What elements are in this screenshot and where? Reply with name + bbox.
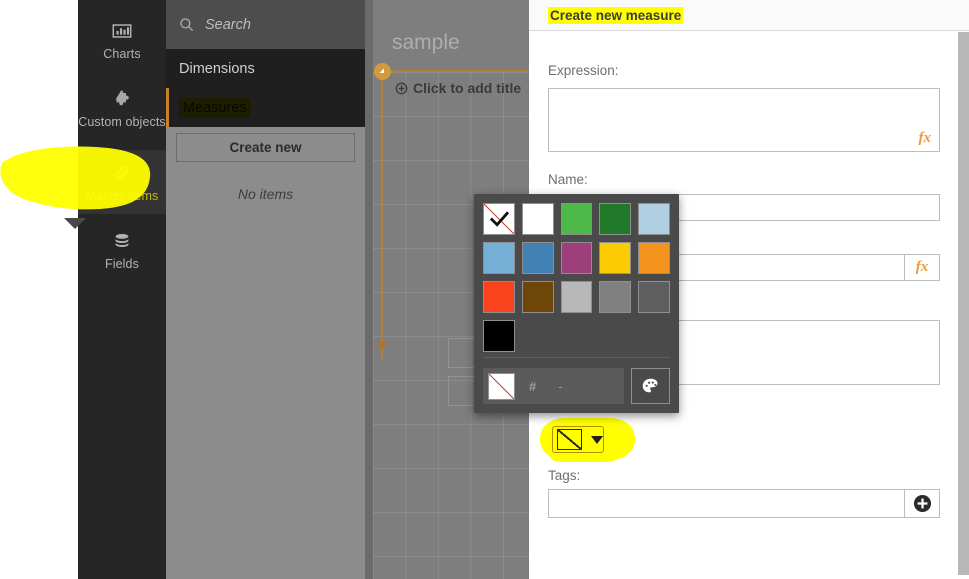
color-swatch-sky-blue[interactable] (483, 242, 515, 274)
master-items-panel: Search Dimensions Measures Create new No… (166, 0, 365, 579)
color-swatch-row (483, 203, 670, 235)
color-swatch-magenta[interactable] (560, 242, 593, 274)
add-tag-button[interactable] (904, 490, 939, 517)
object-outline-horizontal (381, 70, 529, 72)
color-swatch-red[interactable] (483, 281, 515, 313)
add-object-icon (395, 82, 408, 94)
expression-textarea[interactable]: fx (548, 88, 940, 152)
tags-label: Tags: (548, 468, 581, 483)
add-title-label: Click to add title (413, 80, 522, 96)
sheet-left-shade (365, 0, 373, 579)
color-swatch-dark-green[interactable] (599, 203, 632, 235)
rail-item-label: Fields (105, 256, 139, 271)
object-resize-dot[interactable] (378, 341, 386, 349)
expression-label: Expression: (548, 63, 619, 78)
color-swatch-green[interactable] (560, 203, 593, 235)
color-swatch-white[interactable] (521, 203, 554, 235)
sheet-title: sample (392, 31, 460, 54)
rail-item-master-items[interactable]: Master items (78, 150, 166, 214)
object-corner-handle[interactable] (374, 63, 391, 80)
tab-measures-label: Measures (179, 97, 251, 118)
color-swatch-orange[interactable] (638, 242, 670, 274)
popup-pointer-arrow (64, 218, 86, 229)
color-swatch-row (483, 281, 670, 313)
form-scrollbar[interactable] (958, 32, 969, 579)
color-swatch-none[interactable] (483, 203, 515, 235)
plus-circle-icon (913, 494, 931, 513)
form-scrollbar-thumb[interactable] (958, 32, 969, 575)
rail-item-charts[interactable]: Charts (78, 8, 166, 72)
left-icon-rail: Charts Custom objects Master items Field… (78, 0, 166, 579)
color-swatch-dropdown-button[interactable] (552, 426, 604, 453)
fx-icon[interactable]: fx (919, 130, 932, 147)
chevron-down-icon (591, 435, 603, 444)
color-swatch-light-gray[interactable] (560, 281, 593, 313)
palette-icon (642, 378, 658, 392)
name-label: Name: (548, 172, 588, 187)
current-color-preview (488, 372, 515, 400)
database-stack-icon (115, 233, 129, 247)
resize-handle-icon (379, 68, 384, 73)
search-icon (180, 18, 193, 31)
custom-color-button[interactable] (631, 368, 670, 404)
link-chain-icon (115, 166, 129, 179)
measure-color-control (540, 418, 635, 462)
left-gutter (0, 0, 78, 579)
object-outline-vertical (381, 70, 383, 360)
rail-item-label: Charts (103, 46, 141, 61)
form-title: Create new measure (548, 6, 684, 24)
empty-state-text: No items (237, 186, 294, 202)
hex-prefix: # (529, 378, 537, 394)
hex-input-field[interactable]: # - (483, 368, 624, 404)
no-color-icon (557, 429, 582, 450)
bar-chart-icon (112, 23, 132, 38)
color-swatch-row (483, 242, 670, 274)
popup-divider (483, 357, 670, 358)
fx-button[interactable]: fx (904, 255, 939, 280)
tags-input[interactable] (548, 489, 940, 518)
qlik-master-items-screen: Charts Custom objects Master items Field… (0, 0, 969, 579)
color-swatch-black[interactable] (483, 320, 515, 352)
color-swatch-light-blue[interactable] (638, 203, 670, 235)
search-placeholder: Search (205, 16, 251, 33)
color-swatch-dark-gray[interactable] (638, 281, 670, 313)
color-picker-popup: # - (474, 194, 679, 413)
form-header: Create new measure (529, 0, 969, 31)
form-title-text: Create new measure (548, 6, 684, 24)
check-icon (490, 211, 509, 227)
color-swatch-yellow[interactable] (599, 242, 632, 274)
tab-dimensions-label: Dimensions (179, 60, 255, 77)
tab-measures[interactable]: Measures (166, 88, 365, 127)
create-new-label: Create new (229, 140, 302, 155)
color-swatch-row (483, 320, 670, 352)
create-new-button[interactable]: Create new (176, 133, 355, 162)
no-color-slash-icon (489, 373, 514, 399)
add-title-placeholder[interactable]: Click to add title (395, 80, 521, 96)
rail-item-fields[interactable]: Fields (78, 218, 166, 282)
rail-item-label: Master items (85, 188, 159, 203)
search-field[interactable]: Search (166, 0, 365, 49)
rail-item-custom-objects[interactable]: Custom objects (78, 76, 166, 140)
color-swatch-gray[interactable] (599, 281, 632, 313)
color-swatch-blue[interactable] (521, 242, 554, 274)
rail-item-label: Custom objects (78, 114, 166, 129)
color-swatch-brown[interactable] (521, 281, 554, 313)
hex-value: - (558, 378, 563, 394)
color-picker-footer: # - (483, 368, 670, 404)
color-swatch-grid (483, 203, 670, 359)
tab-dimensions[interactable]: Dimensions (166, 49, 365, 88)
puzzle-piece-icon (115, 89, 129, 105)
